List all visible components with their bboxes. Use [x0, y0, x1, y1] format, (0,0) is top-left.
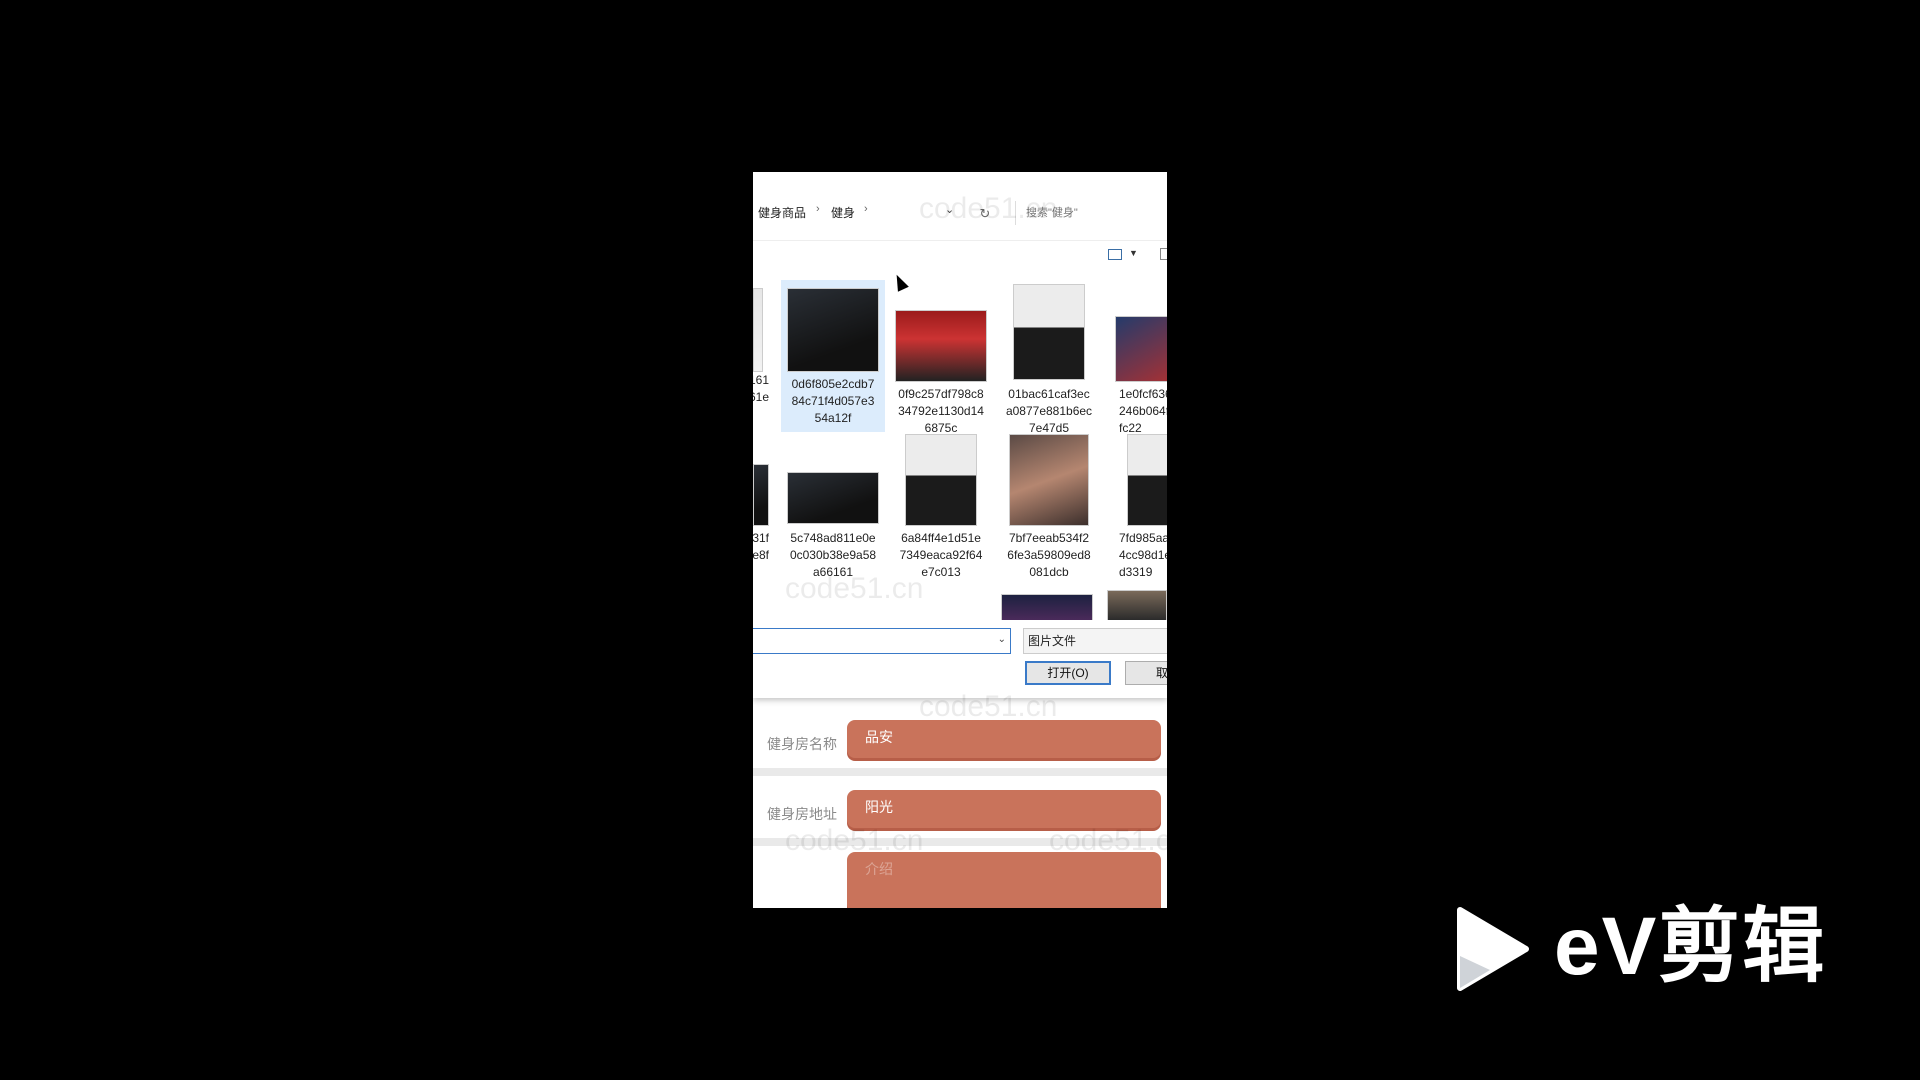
search-input[interactable]: 搜索"健身": [1015, 201, 1167, 225]
file-item-selected[interactable]: 0d6f805e2cdb7 84c71f4d057e3 54a12f: [781, 280, 885, 432]
breadcrumb-item[interactable]: 健身商品: [758, 204, 806, 221]
ev-editor-logo: eV剪辑: [1452, 902, 1832, 996]
file-thumbnail: [787, 472, 879, 524]
chevron-down-icon[interactable]: ⌄: [945, 203, 954, 216]
file-thumbnail: [1127, 434, 1167, 526]
chevron-right-icon: ›: [816, 203, 820, 215]
logo-text: eV剪辑: [1554, 901, 1827, 992]
phone-screen: 健身房名称 品安 健身房地址 阳光 介绍 健身商品 › 健身 › ⌄ ↻ 搜索"…: [753, 172, 1167, 908]
address-bar[interactable]: 健身商品 › 健身 › ⌄: [753, 198, 1013, 224]
intro-textarea[interactable]: 介绍: [847, 852, 1161, 908]
play-icon: [1457, 907, 1529, 991]
file-item[interactable]: 6a84ff4e1d51e 7349eaca92f64 e7c013: [889, 434, 993, 586]
file-name: 01bac61caf3ec a0877e881b6ec 7e47d5: [1005, 387, 1093, 435]
file-item[interactable]: 31f e8f: [753, 434, 769, 586]
file-name: 7bf7eeab534f2 6fe3a59809ed8 081dcb: [1007, 531, 1091, 579]
chevron-down-icon[interactable]: ⌄: [998, 634, 1006, 645]
refresh-icon[interactable]: ↻: [975, 204, 995, 224]
gym-address-label: 健身房地址: [767, 806, 837, 822]
file-type-select[interactable]: 图片文件: [1023, 628, 1167, 654]
chevron-down-icon[interactable]: ▼: [1129, 248, 1138, 258]
file-thumbnail: [1013, 284, 1085, 380]
file-name: 0f9c257df798c8 34792e1130d14 6875c: [898, 387, 984, 435]
file-name-input[interactable]: ⌄: [753, 628, 1011, 654]
gym-name-field[interactable]: 品安: [847, 720, 1161, 758]
file-thumbnail[interactable]: [1001, 594, 1093, 620]
file-item[interactable]: 7fd985aa5 4cc98d1e d3319: [1105, 434, 1167, 586]
file-thumbnail: [753, 288, 763, 372]
file-name: 6a84ff4e1d51e 7349eaca92f64 e7c013: [899, 531, 983, 579]
form-divider: [753, 768, 1167, 776]
view-mode-icon[interactable]: [1108, 249, 1122, 260]
open-file-dialog: 健身商品 › 健身 › ⌄ ↻ 搜索"健身" ▼ 161 61e 0d6f805…: [753, 172, 1167, 698]
file-item[interactable]: 5c748ad811e0e 0c030b38e9a58 a66161: [781, 434, 885, 586]
file-item[interactable]: 0f9c257df798c8 34792e1130d14 6875c: [889, 280, 993, 435]
dialog-toolbar: [753, 240, 1167, 273]
open-button[interactable]: 打开(O): [1025, 661, 1111, 685]
gym-name-label: 健身房名称: [767, 736, 837, 752]
file-thumbnail: [1115, 316, 1167, 382]
gym-address-field[interactable]: 阳光: [847, 790, 1161, 828]
file-thumbnail[interactable]: [1107, 590, 1167, 620]
chevron-right-icon: ›: [864, 203, 868, 215]
cancel-button[interactable]: 取: [1125, 661, 1167, 685]
file-name: 7fd985aa5 4cc98d1e d3319: [1119, 531, 1167, 579]
file-name: 0d6f805e2cdb7 84c71f4d057e3 54a12f: [791, 377, 875, 425]
breadcrumb-item[interactable]: 健身: [831, 204, 855, 221]
file-thumbnail: [753, 464, 769, 526]
file-name: 5c748ad811e0e 0c030b38e9a58 a66161: [789, 531, 877, 579]
file-thumbnail: [895, 310, 987, 382]
file-item[interactable]: 01bac61caf3ec a0877e881b6ec 7e47d5: [997, 280, 1101, 435]
file-item[interactable]: 1e0fcf6363 246b064f7 fc22: [1105, 280, 1167, 435]
file-item[interactable]: 161 61e: [753, 282, 769, 432]
preview-pane-icon[interactable]: [1160, 248, 1167, 260]
file-name: 161 61e: [753, 373, 769, 404]
file-thumbnail: [905, 434, 977, 526]
file-thumbnail: [1009, 434, 1089, 526]
form-divider: [753, 838, 1167, 846]
file-name: 31f e8f: [753, 531, 769, 562]
file-thumbnail: [787, 288, 879, 372]
file-item[interactable]: 7bf7eeab534f2 6fe3a59809ed8 081dcb: [997, 434, 1101, 586]
file-name: 1e0fcf6363 246b064f7 fc22: [1119, 387, 1167, 435]
